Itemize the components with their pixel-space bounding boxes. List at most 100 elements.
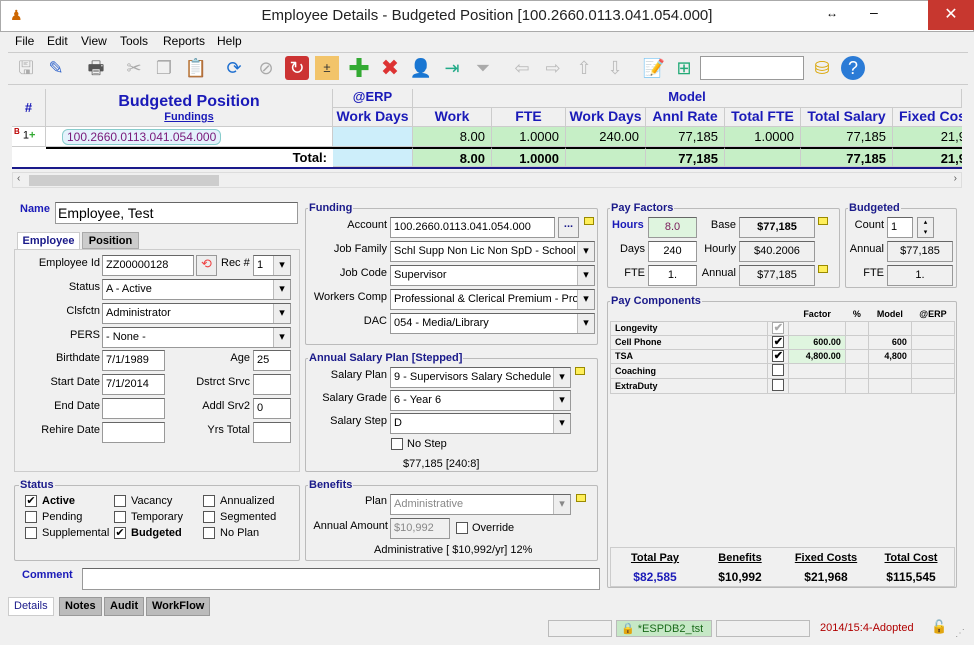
add-row-icon[interactable]: +	[29, 130, 35, 142]
resize-grip-icon[interactable]: ⋰	[955, 628, 965, 639]
count-input[interactable]: 1	[887, 217, 913, 238]
grid-cell[interactable]: 77,185	[801, 127, 893, 147]
resize-icon[interactable]: ↔	[826, 6, 838, 20]
job-family-select[interactable]: Schl Supp Non Lic Non SpD - School	[390, 241, 595, 262]
days-input[interactable]: 240	[648, 241, 697, 262]
database-search-icon[interactable]: ⛁	[810, 56, 834, 80]
rehire-date-input[interactable]	[102, 422, 165, 443]
comment-input[interactable]	[82, 568, 600, 590]
pc-factor[interactable]	[788, 320, 846, 336]
status-checkbox-annualized[interactable]	[203, 495, 215, 507]
cancel-icon[interactable]: ⊘	[254, 56, 278, 80]
status-checkbox-vacancy[interactable]	[114, 495, 126, 507]
grid-column-header[interactable]: FTE	[492, 108, 566, 127]
edit-icon[interactable]: ✎	[44, 56, 68, 80]
grid-column-header[interactable]: Work Days	[333, 108, 413, 127]
pc-factor[interactable]	[788, 377, 846, 394]
pc-checkbox[interactable]: ✔	[772, 336, 785, 348]
pc-percent[interactable]	[844, 377, 869, 394]
menu-view[interactable]: View	[81, 34, 107, 48]
close-button[interactable]: ✕	[928, 0, 974, 30]
scroll-right-icon[interactable]: ›	[954, 173, 957, 184]
salary-plan-select[interactable]: 9 - Supervisors Salary Schedule	[390, 367, 571, 388]
tab-audit[interactable]: Audit	[104, 597, 145, 616]
pc-percent[interactable]	[844, 348, 869, 364]
birthdate-input[interactable]: 7/1/1989	[102, 350, 165, 371]
new-note-icon[interactable]: 📝	[642, 56, 666, 80]
arrow-down-icon[interactable]: ⇩	[603, 56, 627, 80]
status-checkbox-supplemental[interactable]	[25, 527, 37, 539]
person-icon[interactable]: 👤	[409, 56, 433, 80]
grid-column-header[interactable]: Annl Rate	[646, 108, 725, 127]
pc-factor[interactable]: 4,800.00	[788, 348, 846, 364]
menu-help[interactable]: Help	[217, 34, 242, 48]
toolbar-search-input[interactable]	[700, 56, 804, 80]
workers-comp-select[interactable]: Professional & Clerical Premium - Prof	[390, 289, 595, 310]
grid-column-header[interactable]: Total FTE	[725, 108, 801, 127]
refresh-icon[interactable]: ⟳	[222, 56, 246, 80]
grid-cell[interactable]: 21,9	[893, 127, 962, 147]
grid-header-position[interactable]: Budgeted Position Fundings	[46, 89, 333, 127]
excel-export-icon[interactable]: ⊞	[672, 56, 696, 80]
hours-input[interactable]: 8.0	[648, 217, 697, 238]
end-date-input[interactable]	[102, 398, 165, 419]
paste-icon[interactable]: 📋	[184, 56, 208, 80]
save-icon[interactable]: 🖫	[14, 56, 38, 80]
note-icon[interactable]	[818, 265, 828, 273]
pc-factor[interactable]: 600.00	[788, 334, 846, 350]
salary-step-select[interactable]: D	[390, 413, 571, 434]
lookup-employee-icon[interactable]: ⟲	[196, 255, 217, 276]
status-checkbox-segmented[interactable]	[203, 511, 215, 523]
pc-checkbox[interactable]: ✔	[772, 322, 785, 334]
position-account-link[interactable]: 100.2660.0113.041.054.000	[62, 129, 222, 145]
status-checkbox-active[interactable]: ✔	[25, 495, 37, 507]
start-date-input[interactable]: 7/1/2014	[102, 374, 165, 395]
pc-percent[interactable]	[844, 320, 869, 336]
grid-cell[interactable]: 1.0000	[725, 127, 801, 147]
delete-icon[interactable]: ✖	[378, 56, 402, 80]
grid-cell[interactable]: 240.00	[566, 127, 646, 147]
scroll-left-icon[interactable]: ‹	[17, 173, 20, 184]
horizontal-scrollbar[interactable]: ‹ ›	[12, 172, 962, 188]
status-checkbox-no-plan[interactable]	[203, 527, 215, 539]
pc-checkbox[interactable]	[772, 378, 785, 391]
note-icon[interactable]	[575, 367, 585, 375]
pers-select[interactable]: - None -	[102, 327, 291, 348]
pc-percent[interactable]	[844, 362, 869, 379]
dac-select[interactable]: 054 - Media/Library	[390, 313, 595, 334]
fte-input[interactable]: 1.	[648, 265, 697, 286]
clsfctn-select[interactable]: Administrator	[102, 303, 291, 324]
no-step-checkbox[interactable]	[391, 438, 403, 450]
calculator-icon[interactable]: ±	[315, 56, 339, 80]
grid-column-header[interactable]: Work Days	[566, 108, 646, 127]
employee-id-input[interactable]: ZZ00000128	[102, 255, 194, 276]
scrollbar-thumb[interactable]	[29, 175, 219, 186]
status-checkbox-temporary[interactable]	[114, 511, 126, 523]
addl-srv2-input[interactable]: 0	[253, 398, 291, 419]
revert-icon[interactable]: ↻	[285, 56, 309, 80]
tab-notes[interactable]: Notes	[59, 597, 102, 616]
filter-icon[interactable]: ⏷	[471, 56, 495, 80]
menu-tools[interactable]: Tools	[120, 34, 148, 48]
arrow-up-icon[interactable]: ⇧	[572, 56, 596, 80]
override-checkbox[interactable]	[456, 522, 468, 534]
unlock-icon[interactable]: 🔓	[931, 619, 947, 635]
count-spinner[interactable]: ▴ ▾	[917, 217, 934, 238]
cut-icon[interactable]: ✂	[122, 56, 146, 80]
arrow-right-icon[interactable]: ⇨	[541, 56, 565, 80]
minimize-button[interactable]: –	[870, 4, 878, 20]
erp-work-days-cell[interactable]	[333, 127, 413, 147]
pc-percent[interactable]	[844, 334, 869, 350]
menu-file[interactable]: File	[15, 34, 34, 48]
pc-factor[interactable]	[788, 362, 846, 379]
note-icon[interactable]	[584, 217, 594, 225]
tab-position[interactable]: Position	[82, 232, 139, 249]
add-icon[interactable]: ✚	[347, 55, 371, 81]
account-browse-button[interactable]: ...	[558, 217, 579, 238]
grid-column-header[interactable]: Total Salary	[801, 108, 893, 127]
tab-workflow[interactable]: WorkFlow	[146, 597, 211, 616]
status-checkbox-budgeted[interactable]: ✔	[114, 527, 126, 539]
pc-checkbox[interactable]	[772, 363, 785, 376]
grid-cell[interactable]: 8.00	[413, 127, 492, 147]
row-number[interactable]: B 1+	[12, 127, 46, 147]
